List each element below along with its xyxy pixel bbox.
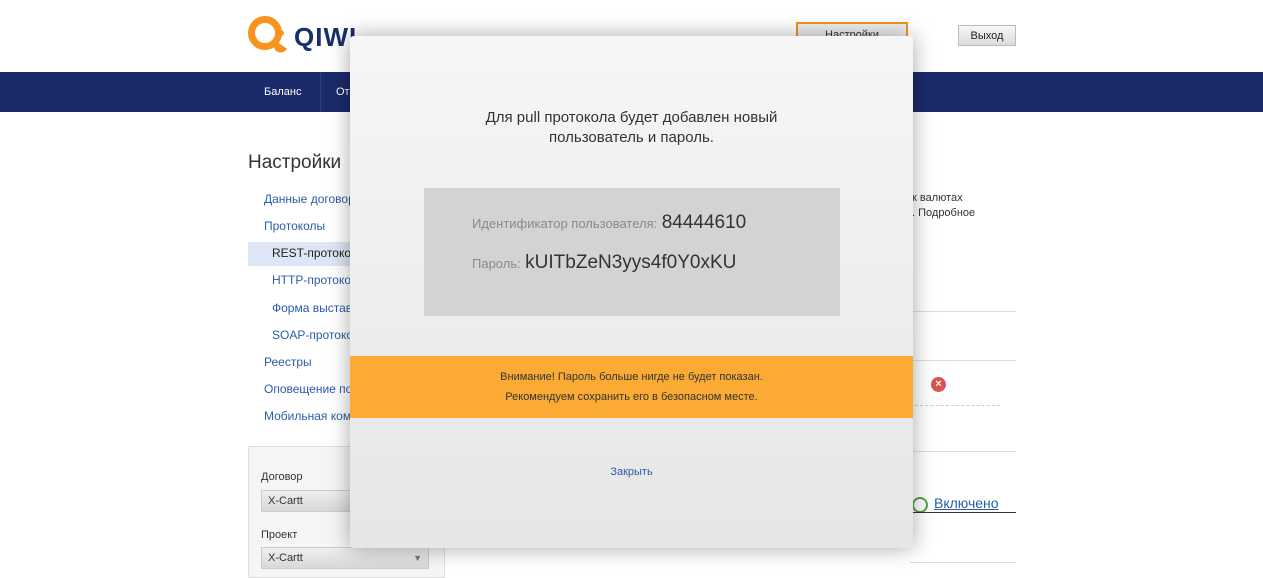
close-button[interactable]: Закрыть [350,466,913,478]
warning-line-2: Рекомендуем сохранить его в безопасном м… [505,391,758,403]
user-id-row: Идентификатор пользователя: 84444610 [472,212,746,234]
password-value: kUITbZeN3yys4f0Y0xKU [525,252,737,273]
credentials-box: Идентификатор пользователя: 84444610 Пар… [424,188,840,316]
password-row: Пароль: kUITbZeN3yys4f0Y0xKU [472,252,736,274]
warning-line-1: Внимание! Пароль больше нигде не будет п… [500,371,763,383]
user-id-value: 84444610 [661,212,747,233]
modal-message: Для pull протокола будет добавлен новый … [485,109,778,146]
user-id-label: Идентификатор пользователя: [472,216,658,231]
credentials-modal: Для pull протокола будет добавлен новый … [350,36,913,548]
password-label: Пароль: [472,256,521,271]
warning-banner: Внимание! Пароль больше нигде не будет п… [350,356,913,418]
